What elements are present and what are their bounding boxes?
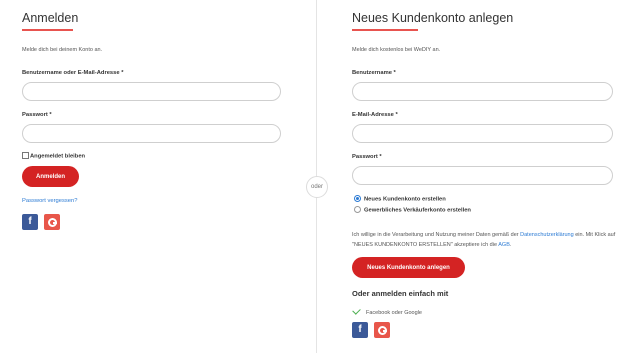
remember-me-checkbox[interactable]: Angemeldet bleiben: [22, 152, 86, 160]
register-subtitle: Melde dich kostenlos bei WeDIY an.: [352, 47, 441, 53]
facebook-icon: f: [358, 324, 362, 335]
username-label: Benutzername oder E-Mail-Adresse *: [22, 70, 124, 76]
login-title: Anmelden: [22, 11, 79, 25]
privacy-policy-link[interactable]: Datenschutzerklärung: [520, 232, 574, 238]
facebook-login-button[interactable]: f: [22, 214, 38, 230]
register-password-label: Passwort *: [352, 154, 382, 160]
terms-link[interactable]: AGB: [498, 242, 510, 248]
register-email-label: E-Mail-Adresse *: [352, 112, 398, 118]
consent-text-part: Ich willige in die Verarbeitung und Nutz…: [352, 232, 521, 238]
radio-seller-label: Gewerbliches Verkäuferkonto erstellen: [364, 207, 471, 214]
forgot-password-link[interactable]: Passwort vergessen?: [22, 198, 77, 204]
consent-text: Ich willige in die Verarbeitung und Nutz…: [352, 230, 617, 250]
register-password-input[interactable]: [352, 166, 613, 185]
register-button[interactable]: Neues Kundenkonto anlegen: [352, 257, 465, 278]
consent-text-part: .: [509, 242, 512, 248]
register-email-input[interactable]: [352, 124, 613, 143]
radio-seller-account[interactable]: Gewerbliches Verkäuferkonto erstellen: [354, 206, 471, 214]
radio-unselected-icon[interactable]: [354, 206, 361, 213]
login-button[interactable]: Anmelden: [22, 166, 79, 187]
login-subtitle: Melde dich bei deinem Konto an.: [22, 47, 103, 53]
remember-me-label: Angemeldet bleiben: [30, 153, 86, 160]
google-login-button[interactable]: [44, 214, 60, 230]
register-username-label: Benutzername *: [352, 70, 396, 76]
checkmark-icon: [352, 306, 361, 315]
login-username-input[interactable]: [22, 82, 281, 101]
checkbox-icon[interactable]: [22, 152, 29, 159]
login-password-input[interactable]: [22, 124, 281, 143]
password-label: Passwort *: [22, 112, 52, 118]
or-separator: oder: [306, 176, 328, 198]
social-login-note: Facebook oder Google: [352, 306, 422, 316]
facebook-icon: f: [28, 216, 32, 227]
radio-customer-account[interactable]: Neues Kundenkonto erstellen: [354, 195, 446, 203]
radio-selected-icon[interactable]: [354, 195, 361, 202]
radio-customer-label: Neues Kundenkonto erstellen: [364, 196, 446, 203]
social-login-title: Oder anmelden einfach mit: [352, 289, 449, 298]
login-title-underline: [22, 29, 73, 31]
google-icon: [47, 217, 57, 227]
google-icon: [377, 325, 387, 335]
register-title-underline: [352, 29, 418, 31]
register-title: Neues Kundenkonto anlegen: [352, 11, 514, 25]
facebook-register-button[interactable]: f: [352, 322, 368, 338]
social-login-note-text: Facebook oder Google: [366, 310, 422, 316]
google-register-button[interactable]: [374, 322, 390, 338]
register-username-input[interactable]: [352, 82, 613, 101]
